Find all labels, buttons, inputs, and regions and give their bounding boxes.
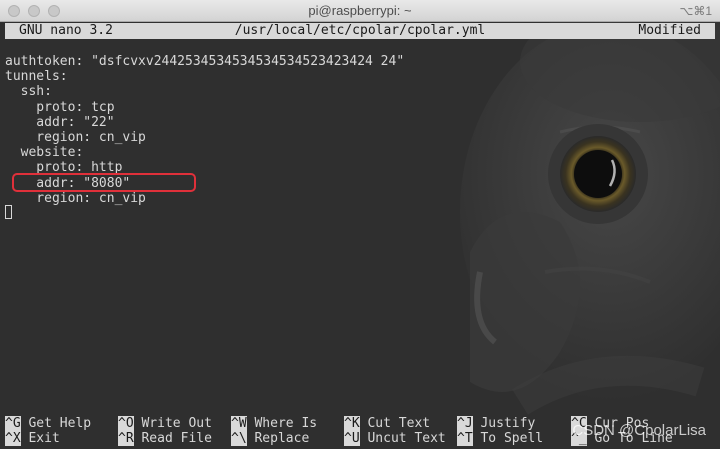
shortcut-justify[interactable]: ^J Justify bbox=[457, 416, 535, 431]
shortcut-where-is[interactable]: ^W Where Is bbox=[231, 416, 317, 431]
shortcut-read-file[interactable]: ^R Read File bbox=[118, 431, 212, 446]
nano-header-bar: GNU nano 3.2 /usr/local/etc/cpolar/cpola… bbox=[5, 23, 715, 39]
window-title: pi@raspberrypi: ~ bbox=[308, 3, 412, 18]
editor-line: authtoken: "dsfcvxv244253453453453453452… bbox=[5, 54, 405, 69]
editor-text-area[interactable]: authtoken: "dsfcvxv244253453453453453452… bbox=[5, 54, 705, 221]
shortcut-cut-text[interactable]: ^K Cut Text bbox=[344, 416, 430, 431]
window-shortcut-label: ⌥⌘1 bbox=[679, 4, 712, 18]
editor-line: ssh: bbox=[5, 84, 52, 100]
editor-line: website: bbox=[5, 145, 84, 161]
shortcut-get-help[interactable]: ^G Get Help bbox=[5, 416, 91, 431]
shortcut-uncut-text[interactable]: ^U Uncut Text bbox=[344, 431, 446, 446]
terminal-window: pi@raspberrypi: ~ ⌥⌘1 GNU nano 3.2 /usr/… bbox=[0, 0, 720, 449]
editor-line: addr: "22" bbox=[5, 114, 115, 130]
highlight-annotation-box bbox=[12, 173, 196, 192]
watermark-text: CSDN @CpolarLisa bbox=[572, 422, 706, 439]
file-path: /usr/local/etc/cpolar/cpolar.yml bbox=[234, 23, 486, 38]
editor-line: tunnels: bbox=[5, 69, 68, 85]
editor-line: proto: tcp bbox=[5, 99, 115, 115]
terminal-content[interactable]: GNU nano 3.2 /usr/local/etc/cpolar/cpola… bbox=[0, 22, 720, 449]
editor-line: region: cn_vip bbox=[5, 129, 146, 145]
shortcut-replace[interactable]: ^\ Replace bbox=[231, 431, 309, 446]
file-status: Modified bbox=[638, 23, 701, 38]
editor-line: region: cn_vip bbox=[5, 190, 146, 206]
editor-cursor-line bbox=[5, 205, 705, 221]
shortcut-exit[interactable]: ^X Exit bbox=[5, 431, 60, 446]
shortcut-to-spell[interactable]: ^T To Spell bbox=[457, 431, 543, 446]
text-cursor bbox=[5, 205, 12, 220]
shortcut-write-out[interactable]: ^O Write Out bbox=[118, 416, 212, 431]
title-bar: pi@raspberrypi: ~ ⌥⌘1 bbox=[0, 0, 720, 22]
